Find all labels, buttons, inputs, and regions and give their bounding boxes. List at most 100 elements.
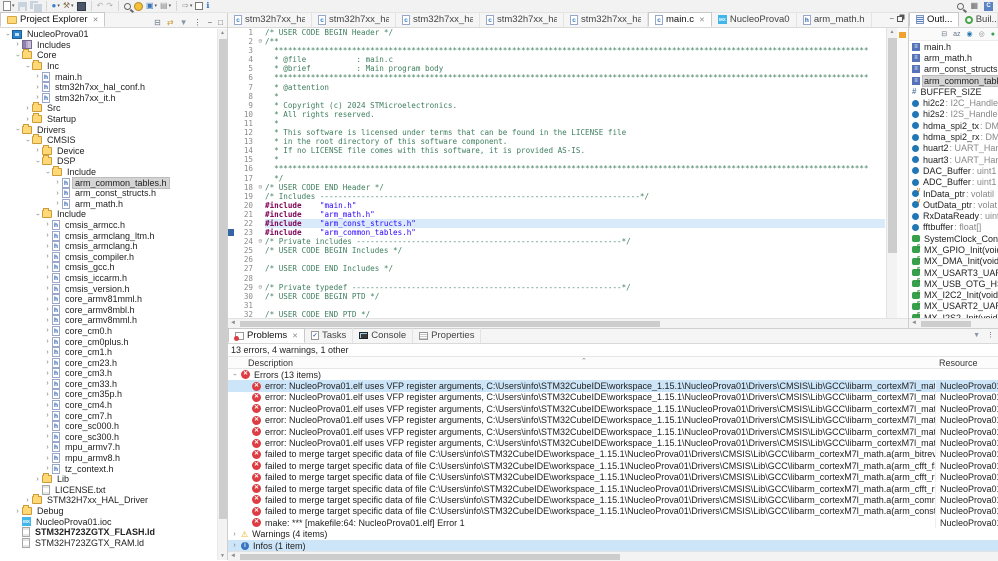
tree-item[interactable]: ›STM32H7xx_HAL_Driver (0, 495, 218, 506)
editor-vertical-scrollbar[interactable]: ▲ (886, 28, 897, 318)
tree-item[interactable]: ›hcore_cm33.h (0, 379, 218, 390)
restore-icon[interactable] (897, 16, 903, 22)
expander-icon[interactable]: › (231, 370, 238, 379)
scroll-up-icon[interactable]: ▲ (887, 29, 897, 35)
code-line[interactable]: 32/* USER CODE END PTD */ (228, 310, 885, 318)
tree-item[interactable]: STM32H723ZGTX_RAM.ld (0, 538, 218, 549)
expander-icon[interactable]: › (24, 136, 31, 145)
code-line[interactable]: 6 **************************************… (228, 73, 885, 82)
code-line[interactable]: 18⊖/* USER CODE END Header */ (228, 183, 885, 192)
expander-icon[interactable]: › (43, 306, 52, 313)
tree-item[interactable]: ›hcmsis_armclang_ltm.h (0, 230, 218, 241)
editor-horizontal-scrollbar[interactable]: ◄ (228, 318, 908, 328)
tree-item[interactable]: ›NucleoProva01 (0, 29, 218, 40)
filter-icon[interactable]: ▼ (178, 18, 190, 27)
tree-item[interactable]: ›hcore_armv8mbl.h (0, 304, 218, 315)
tab-nucleoprova01-[interactable]: MXNucleoProva01... (712, 12, 797, 27)
outline-item[interactable]: SMX_GPIO_Init(void (909, 244, 998, 255)
tree-item[interactable]: ›Include (0, 167, 218, 178)
external-tools-button[interactable]: ▣▾ (145, 0, 158, 12)
annotation-marker[interactable] (899, 32, 906, 38)
tab-outl-[interactable]: Outl...✕ (909, 12, 959, 27)
tree-item[interactable]: ›hcore_armv81mml.h (0, 294, 218, 305)
scrollbar-thumb[interactable] (240, 554, 620, 560)
code-line[interactable]: 5 * @brief : Main program body (228, 64, 885, 73)
outline-item[interactable]: hdma_spi2_tx : DM (909, 120, 998, 131)
code-line[interactable]: 31 (228, 301, 885, 310)
problems-group-row[interactable]: ›iInfos (1 item) (228, 540, 998, 551)
code-line[interactable]: 14 * If no LICENSE file comes with this … (228, 146, 885, 155)
undo-button[interactable]: ↶ (96, 0, 105, 12)
outline-item[interactable]: ≡arm_common_tables.h (909, 75, 998, 86)
tab-stm32h7xx-hal-[interactable]: cstm32h7xx_hal_... (564, 12, 648, 27)
tab-stm32h7xx-hal-[interactable]: cstm32h7xx_hal_... (312, 12, 396, 27)
code-line[interactable]: 9 * Copyright (c) 2024 STMicroelectronic… (228, 101, 885, 110)
minimize-icon[interactable]: − (205, 18, 214, 27)
save-all-button[interactable] (29, 0, 42, 12)
code-line[interactable]: 26 (228, 255, 885, 264)
problems-group-row[interactable]: ›✕Errors (13 items) (228, 369, 998, 380)
expander-icon[interactable]: › (43, 338, 52, 345)
expander-icon[interactable]: › (23, 116, 32, 123)
expander-icon[interactable]: › (230, 542, 239, 549)
tree-item[interactable]: ›hcore_cm0.h (0, 326, 218, 337)
expander-icon[interactable]: › (33, 94, 42, 101)
expander-icon[interactable]: › (33, 73, 42, 80)
code-line[interactable]: 30/* USER CODE BEGIN PTD */ (228, 292, 885, 301)
tree-item[interactable]: ›Device (0, 146, 218, 157)
tab-arm-math-h[interactable]: harm_math.h (797, 12, 872, 27)
tree-item[interactable]: ›htz_context.h (0, 463, 218, 474)
build-button[interactable]: ⚒▾ (62, 0, 75, 12)
scroll-left-icon[interactable]: ◄ (230, 320, 236, 326)
collapse-all-icon[interactable]: ⊟ (152, 18, 163, 27)
outline-item[interactable]: SMX_I2C2_Init(void) (909, 290, 998, 301)
save-button[interactable] (17, 0, 28, 12)
outline-item[interactable]: SMX_USART3_UART (909, 267, 998, 278)
problem-row[interactable]: ✕error: NucleoProva01.elf uses VFP regis… (228, 437, 998, 448)
problem-row[interactable]: ✕error: NucleoProva01.elf uses VFP regis… (228, 380, 998, 391)
scroll-up-icon[interactable]: ▲ (218, 30, 227, 36)
expander-icon[interactable]: › (43, 243, 52, 250)
code-line[interactable]: 25/* USER CODE BEGIN Includes */ (228, 246, 885, 255)
filter-icon[interactable]: ▼ (971, 332, 982, 339)
expander-icon[interactable]: › (43, 370, 52, 377)
expander-icon[interactable]: › (43, 317, 52, 324)
tab-buil-[interactable]: Buil... (959, 12, 998, 27)
scrollbar-thumb[interactable] (240, 321, 660, 327)
code-line[interactable]: 28 (228, 274, 885, 283)
outline-item[interactable]: hi2s2 : I2S_HandleT (909, 109, 998, 120)
tree-item[interactable]: ›hcore_armv8mml.h (0, 315, 218, 326)
tree-item[interactable]: ›Includes (0, 40, 218, 51)
tab-problems[interactable]: Problems✕ (228, 328, 305, 343)
tree-item[interactable]: STM32H723ZGTX_FLASH.ld (0, 527, 218, 538)
tree-item[interactable]: ›hcore_cm7.h (0, 410, 218, 421)
scroll-left-icon[interactable]: ◄ (911, 320, 917, 326)
tree-item[interactable]: ›harm_math.h (0, 199, 218, 210)
problem-row[interactable]: ✕failed to merge target specific data of… (228, 506, 998, 517)
tree-item[interactable]: ›Debug (0, 506, 218, 517)
outline-item[interactable]: ≡arm_math.h (909, 52, 998, 63)
close-icon[interactable]: ✕ (93, 16, 99, 24)
fold-marker-icon[interactable]: ⊖ (256, 183, 265, 192)
tab-properties[interactable]: Properties (413, 328, 481, 343)
expander-icon[interactable]: › (33, 476, 42, 483)
code-line[interactable]: 19/* Includes --------------------------… (228, 192, 885, 201)
expander-icon[interactable]: › (43, 285, 52, 292)
expander-icon[interactable]: › (4, 30, 11, 39)
info-button[interactable]: ℹ (205, 0, 210, 12)
expander-icon[interactable]: › (43, 402, 52, 409)
scroll-down-icon[interactable]: ▼ (218, 553, 227, 559)
outline-item[interactable]: ≡arm_const_structs.h (909, 64, 998, 75)
tab-console[interactable]: Console (353, 328, 413, 343)
expander-icon[interactable]: › (53, 200, 62, 207)
tab-main-c[interactable]: cmain.c✕ (648, 12, 712, 27)
tree-item[interactable]: ›hmpu_armv8.h (0, 453, 218, 464)
expander-icon[interactable]: › (14, 125, 21, 134)
problem-row[interactable]: ✕failed to merge target specific data of… (228, 483, 998, 494)
code-line[interactable]: 11 * (228, 119, 885, 128)
outline-item[interactable]: VOutData_ptr : volat (909, 199, 998, 210)
tree-item[interactable]: ›hcmsis_gcc.h (0, 262, 218, 273)
quick-access-search-button[interactable] (956, 0, 965, 12)
problem-row[interactable]: ✕make: *** [makefile:64: NucleoProva01.e… (228, 517, 998, 528)
tree-item[interactable]: ›hcmsis_iccarm.h (0, 273, 218, 284)
